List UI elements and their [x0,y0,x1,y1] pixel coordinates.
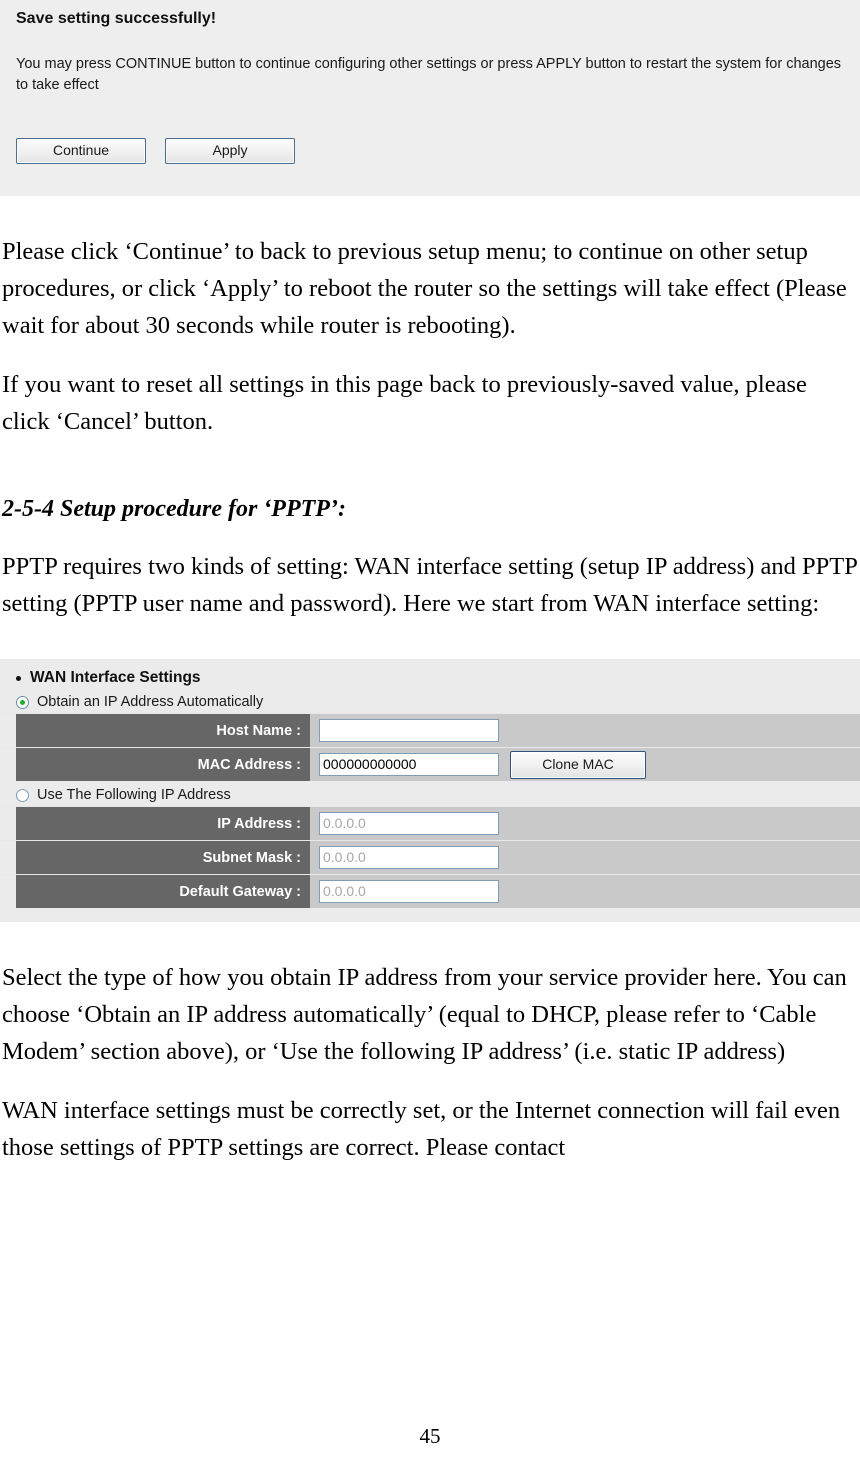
label-host-name: Host Name : [0,714,310,747]
panel-button-group: Continue Apply [16,138,295,164]
page-number: 45 [419,1424,441,1448]
label-default-gateway: Default Gateway : [0,875,310,908]
wan-interface-settings-panel: WAN Interface Settings Obtain an IP Addr… [0,659,860,922]
control-mac-address: 000000000000 Clone MAC [310,748,860,781]
paragraph-wan-warning: WAN interface settings must be correctly… [2,1097,841,1161]
field-row-mac-address: MAC Address : 000000000000 Clone MAC [0,747,860,781]
radio-auto-icon[interactable] [16,695,29,709]
label-mac-address: MAC Address : [0,748,310,781]
router-status-panel: Save setting successfully! You may press… [0,0,860,196]
continue-button[interactable]: Continue [16,138,146,164]
radio-auto-label: Obtain an IP Address Automatically [37,694,264,710]
wan-panel-title: WAN Interface Settings [16,669,860,687]
document-body: Please click ‘Continue’ to back to previ… [0,196,860,1166]
section-heading-pptp: 2-5-4 Setup procedure for ‘PPTP’: [2,496,346,522]
control-ip-address: 0.0.0.0 [310,807,860,840]
control-subnet-mask: 0.0.0.0 [310,841,860,874]
radio-option-use-static[interactable]: Use The Following IP Address [0,785,860,806]
radio-static-label: Use The Following IP Address [37,787,231,803]
control-default-gateway: 0.0.0.0 [310,875,860,908]
radio-option-obtain-auto[interactable]: Obtain an IP Address Automatically [0,692,860,713]
paragraph-cancel: If you want to reset all settings in thi… [2,371,807,435]
paragraph-select-type: Select the type of how you obtain IP add… [2,964,847,1065]
panel-title: Save setting successfully! [16,10,217,27]
paragraph-continue-apply: Please click ‘Continue’ to back to previ… [2,238,847,339]
control-host-name [310,714,860,747]
ip-address-input[interactable]: 0.0.0.0 [319,812,499,835]
field-row-subnet-mask: Subnet Mask : 0.0.0.0 [0,840,860,874]
paragraph-pptp-intro: PPTP requires two kinds of setting: WAN … [2,553,857,617]
label-subnet-mask: Subnet Mask : [0,841,310,874]
field-row-host-name: Host Name : [0,713,860,747]
wan-panel-title-text: WAN Interface Settings [30,669,201,686]
host-name-input[interactable] [319,719,499,742]
field-row-default-gateway: Default Gateway : 0.0.0.0 [0,874,860,908]
panel-description: You may press CONTINUE button to continu… [16,56,842,94]
default-gateway-input[interactable]: 0.0.0.0 [319,880,499,903]
subnet-mask-input[interactable]: 0.0.0.0 [319,846,499,869]
clone-mac-button[interactable]: Clone MAC [510,750,646,779]
field-row-ip-address: IP Address : 0.0.0.0 [0,806,860,840]
bullet-icon [16,675,21,681]
mac-address-input[interactable]: 000000000000 [319,753,499,776]
apply-button[interactable]: Apply [165,138,295,164]
radio-static-icon[interactable] [16,788,29,802]
label-ip-address: IP Address : [0,807,310,840]
